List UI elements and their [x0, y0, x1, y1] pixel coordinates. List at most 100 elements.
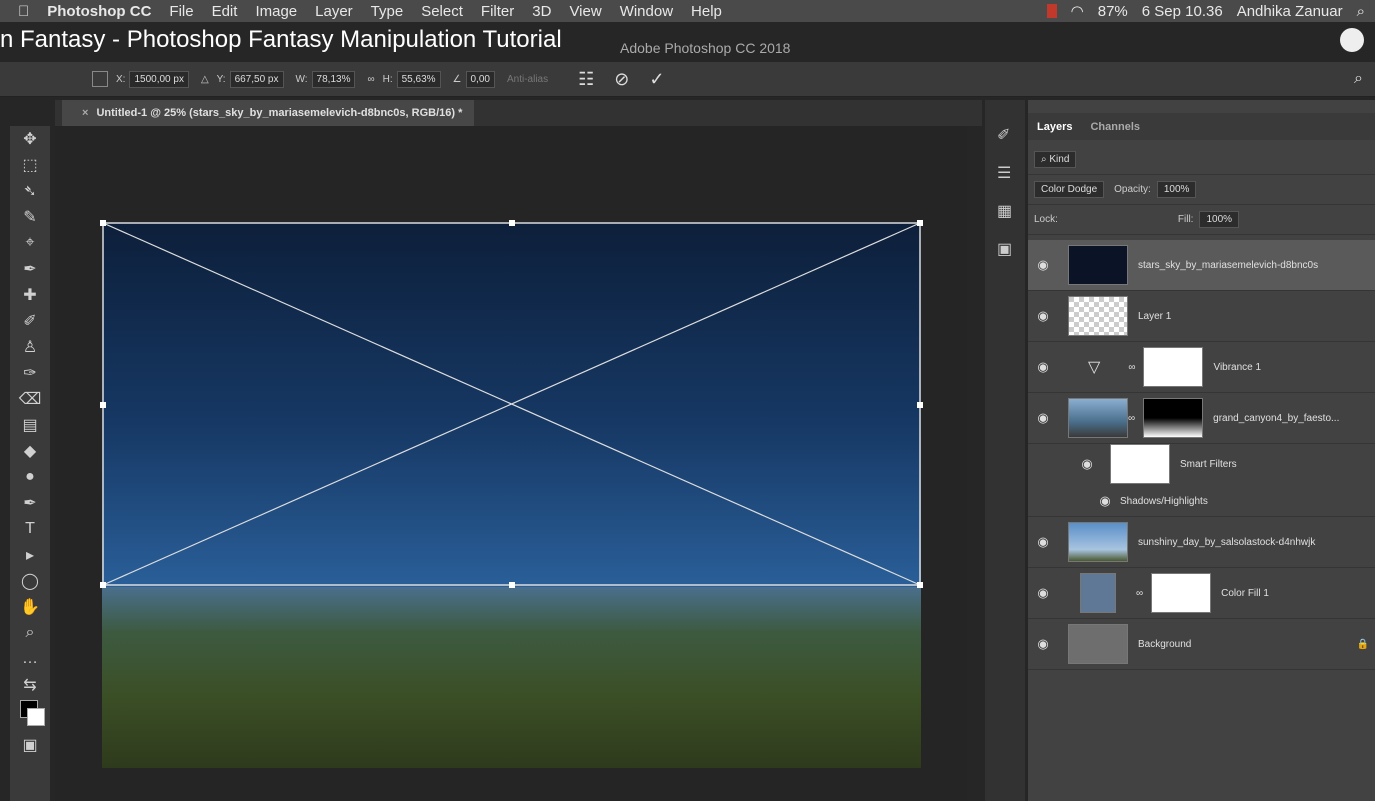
move-tool-icon[interactable]: ✥ — [10, 126, 50, 152]
user-name[interactable]: Andhika Zanuar — [1237, 3, 1343, 20]
layer-thumbnail — [1068, 398, 1128, 438]
menu-view[interactable]: View — [569, 3, 601, 20]
battery-percent[interactable]: 87% — [1098, 3, 1128, 20]
filter-row-shadows-highlights[interactable]: ◉ Shadows/Highlights — [1028, 486, 1375, 517]
lock-label: Lock: — [1034, 214, 1058, 225]
document-tab[interactable]: × Untitled-1 @ 25% (stars_sky_by_mariase… — [62, 100, 475, 126]
shape-tool-icon[interactable]: ◯ — [10, 568, 50, 594]
color-swatches-icon[interactable] — [10, 698, 50, 732]
dodge-tool-icon[interactable]: ● — [10, 464, 50, 490]
layer-row-vibrance[interactable]: ◉ ▽ ∞ Vibrance 1 — [1028, 342, 1375, 393]
blur-tool-icon[interactable]: ◆ — [10, 438, 50, 464]
x-field[interactable]: 1500,00 px — [129, 70, 189, 88]
tab-channels[interactable]: Channels — [1081, 121, 1149, 133]
y-field[interactable]: 667,50 px — [229, 70, 284, 88]
menu-help[interactable]: Help — [691, 3, 722, 20]
path-select-tool-icon[interactable]: ▸ — [10, 542, 50, 568]
grid-panel-icon[interactable]: ▦ — [997, 201, 1025, 221]
lasso-tool-icon[interactable]: ➴ — [10, 178, 50, 204]
eraser-tool-icon[interactable]: ⌫ — [10, 386, 50, 412]
menu-3d[interactable]: 3D — [532, 3, 551, 20]
spotlight-icon[interactable]: ⌕ — [1357, 3, 1365, 20]
commit-transform-icon[interactable]: ✓ — [649, 69, 664, 90]
quick-mask-icon[interactable]: ▣ — [10, 732, 50, 758]
warp-icon[interactable]: ☷ — [578, 69, 594, 90]
menu-type[interactable]: Type — [371, 3, 404, 20]
crop-tool-icon[interactable]: ⌖ — [10, 230, 50, 256]
height-field[interactable]: 55,63% — [396, 70, 441, 88]
healing-brush-tool-icon[interactable]: ✚ — [10, 282, 50, 308]
transform-bounding-box[interactable] — [98, 218, 928, 593]
menu-layer[interactable]: Layer — [315, 3, 353, 20]
app-menu[interactable]: Photoshop CC — [47, 3, 151, 20]
visibility-eye-icon[interactable]: ◉ — [1028, 308, 1058, 324]
history-brush-tool-icon[interactable]: ✑ — [10, 360, 50, 386]
visibility-eye-icon[interactable]: ◉ — [1072, 456, 1102, 472]
type-tool-icon[interactable]: T — [10, 516, 50, 542]
forest-landscape — [102, 587, 921, 768]
mac-menubar:  Photoshop CC File Edit Image Layer Typ… — [0, 0, 1375, 22]
width-field[interactable]: 78,13% — [311, 70, 356, 88]
layer-thumbnail — [1068, 296, 1128, 336]
blend-row: Color Dodge Opacity: 100% — [1028, 175, 1375, 205]
layer-comps-icon[interactable]: ▣ — [997, 239, 1025, 259]
record-icon[interactable] — [1046, 4, 1057, 18]
hand-tool-icon[interactable]: ✋ — [10, 594, 50, 620]
menu-edit[interactable]: Edit — [212, 3, 238, 20]
stamp-tool-icon[interactable]: ♙ — [10, 334, 50, 360]
visibility-eye-icon[interactable]: ◉ — [1028, 636, 1058, 652]
quick-select-tool-icon[interactable]: ✎ — [10, 204, 50, 230]
more-tools-icon[interactable]: … — [10, 646, 50, 672]
apple-menu-icon[interactable]:  — [18, 3, 29, 20]
layer-row-layer-1[interactable]: ◉ Layer 1 — [1028, 291, 1375, 342]
blend-mode-select[interactable]: Color Dodge — [1034, 181, 1105, 198]
brush-settings-icon[interactable]: ✐ — [997, 125, 1025, 145]
cancel-transform-icon[interactable]: ⊘ — [614, 69, 629, 90]
h-label: H: — [382, 73, 393, 85]
menu-filter[interactable]: Filter — [481, 3, 514, 20]
menu-image[interactable]: Image — [255, 3, 297, 20]
layer-row-stars-sky[interactable]: ◉ stars_sky_by_mariasemelevich-d8bnc0s — [1028, 240, 1375, 291]
marquee-tool-icon[interactable]: ⬚ — [10, 152, 50, 178]
antialias-checkbox[interactable]: Anti-alias — [507, 74, 548, 85]
layer-row-grand-canyon[interactable]: ◉ ∞ grand_canyon4_by_faesto... — [1028, 393, 1375, 444]
delta-icon[interactable]: △ — [201, 74, 209, 85]
opacity-field[interactable]: 100% — [1156, 181, 1197, 198]
fill-label: Fill: — [1177, 214, 1194, 225]
kind-filter[interactable]: ⌕ Kind — [1034, 151, 1077, 168]
pen-tool-icon[interactable]: ✒ — [10, 490, 50, 516]
layer-row-color-fill[interactable]: ◉ ∞ Color Fill 1 — [1028, 568, 1375, 619]
eyedropper-tool-icon[interactable]: ✒ — [10, 256, 50, 282]
zoom-tool-icon[interactable]: ⌕ — [10, 620, 50, 646]
menu-select[interactable]: Select — [421, 3, 463, 20]
close-tab-icon[interactable]: × — [82, 107, 88, 119]
visibility-eye-icon[interactable]: ◉ — [1028, 257, 1058, 273]
visibility-eye-icon[interactable]: ◉ — [1090, 493, 1120, 509]
visibility-eye-icon[interactable]: ◉ — [1028, 359, 1058, 375]
search-icon[interactable]: ⌕ — [1354, 70, 1363, 88]
layer-mask-thumbnail — [1151, 573, 1212, 613]
document-tab-label: Untitled-1 @ 25% (stars_sky_by_mariaseme… — [96, 107, 463, 119]
wifi-icon[interactable]: ◠ — [1071, 2, 1084, 20]
reference-point-icon[interactable] — [92, 71, 108, 87]
brush-tool-icon[interactable]: ✐ — [10, 308, 50, 334]
menu-window[interactable]: Window — [620, 3, 673, 20]
clock[interactable]: 6 Sep 10.36 — [1142, 3, 1223, 20]
filter-name: Shadows/Highlights — [1120, 495, 1208, 507]
angle-field[interactable]: 0,00 — [465, 70, 495, 88]
swap-colors-icon[interactable]: ⇆ — [10, 672, 50, 698]
fill-field[interactable]: 100% — [1199, 211, 1240, 228]
visibility-eye-icon[interactable]: ◉ — [1028, 585, 1058, 601]
visibility-eye-icon[interactable]: ◉ — [1028, 410, 1058, 426]
smart-filters-row[interactable]: ◉ Smart Filters — [1028, 444, 1375, 484]
color-fill-swatch — [1080, 573, 1116, 613]
layer-row-background[interactable]: ◉ Background 🔒 — [1028, 619, 1375, 670]
link-icon[interactable]: ∞ — [367, 74, 374, 85]
window-title: Adobe Photoshop CC 2018 — [620, 40, 791, 56]
tab-layers[interactable]: Layers — [1028, 121, 1081, 133]
layer-row-sunshiny-day[interactable]: ◉ sunshiny_day_by_salsolastock-d4nhwjk — [1028, 517, 1375, 568]
menu-file[interactable]: File — [169, 3, 193, 20]
gradient-tool-icon[interactable]: ▤ — [10, 412, 50, 438]
adjustments-icon[interactable]: ☰ — [997, 163, 1025, 183]
visibility-eye-icon[interactable]: ◉ — [1028, 534, 1058, 550]
